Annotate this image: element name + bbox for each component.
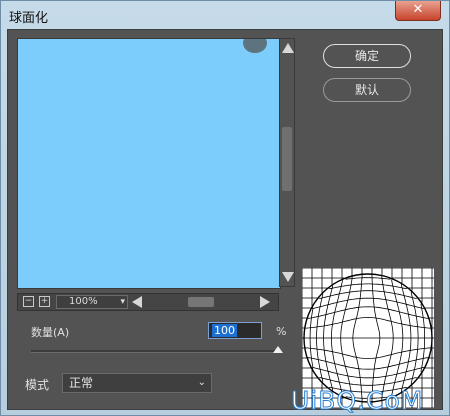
dialog-window: 球面化 ✕ − + 100% ▾ 确定 默认 数量(A) 100 % 模式 正常…: [0, 0, 450, 416]
amount-slider-thumb[interactable]: [273, 346, 283, 353]
mode-label: 模式: [25, 378, 50, 392]
scroll-left-arrow-icon[interactable]: [132, 296, 142, 308]
chevron-down-icon: ▾: [120, 297, 125, 307]
dialog-body: − + 100% ▾ 确定 默认 数量(A) 100 % 模式 正常 ⌄: [7, 29, 443, 410]
amount-input[interactable]: 100: [208, 322, 262, 339]
chevron-down-icon: ⌄: [197, 377, 206, 388]
close-button[interactable]: ✕: [395, 1, 441, 21]
preview-canvas[interactable]: [17, 38, 281, 289]
window-title: 球面化: [9, 11, 49, 26]
preview-dark-spot: [243, 39, 267, 53]
ok-button[interactable]: 确定: [323, 44, 411, 68]
amount-unit: %: [276, 325, 287, 338]
scroll-right-arrow-icon[interactable]: [260, 296, 270, 308]
zoom-level-select[interactable]: 100% ▾: [56, 295, 128, 309]
scroll-up-arrow-icon[interactable]: [282, 43, 294, 53]
vertical-scroll-thumb[interactable]: [282, 127, 292, 191]
watermark: UiBQ.CoM: [290, 386, 424, 416]
title-bar[interactable]: 球面化 ✕: [1, 1, 449, 29]
zoom-in-button[interactable]: +: [39, 296, 50, 307]
preview-zoom-bar: − + 100% ▾: [17, 293, 279, 311]
amount-value: 100: [212, 324, 237, 337]
mode-selected-value: 正常: [69, 376, 94, 390]
mode-select[interactable]: 正常 ⌄: [62, 373, 212, 393]
amount-slider-track[interactable]: [31, 350, 279, 353]
scroll-down-arrow-icon[interactable]: [282, 272, 294, 282]
amount-label: 数量(A): [31, 326, 70, 339]
zoom-level-value: 100%: [69, 296, 98, 307]
preview-vertical-scrollbar[interactable]: [279, 38, 295, 287]
horizontal-scroll-thumb[interactable]: [188, 297, 214, 307]
zoom-out-button[interactable]: −: [23, 296, 34, 307]
default-button[interactable]: 默认: [323, 78, 411, 102]
